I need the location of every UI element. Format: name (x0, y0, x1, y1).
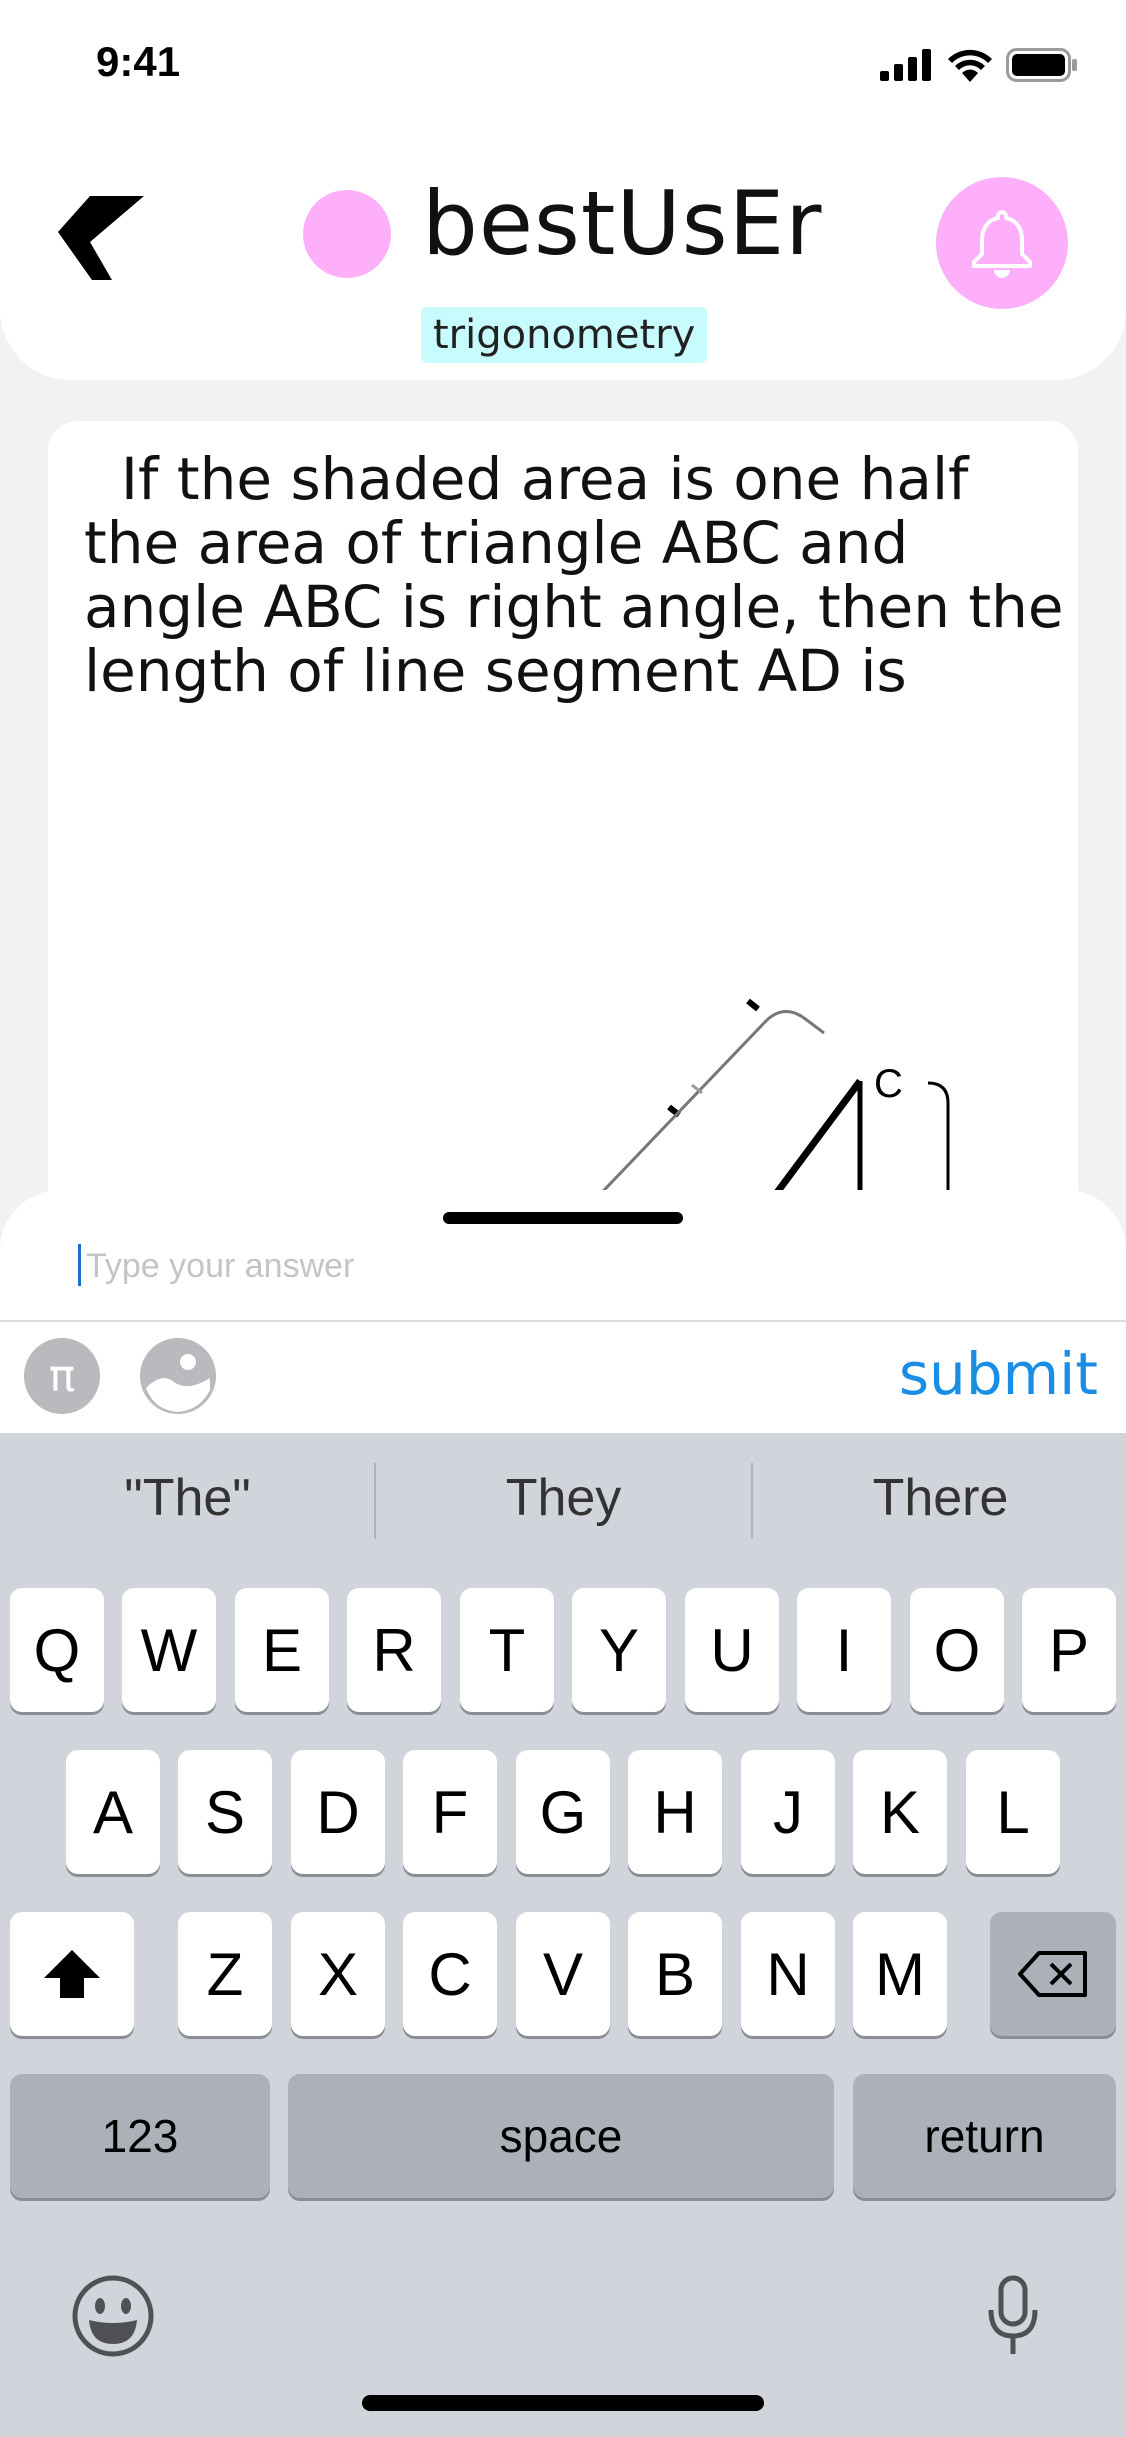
key-i[interactable]: I (797, 1588, 891, 1712)
key-k[interactable]: K (853, 1750, 947, 1874)
key-u[interactable]: U (685, 1588, 779, 1712)
pi-button[interactable]: π (24, 1338, 100, 1414)
shift-icon (44, 1950, 100, 1998)
key-a[interactable]: A (66, 1750, 160, 1874)
key-e[interactable]: E (235, 1588, 329, 1712)
key-d[interactable]: D (291, 1750, 385, 1874)
image-icon (140, 1338, 216, 1414)
key-t[interactable]: T (460, 1588, 554, 1712)
question-card: If the shaded area is one half the area … (48, 421, 1078, 1221)
wifi-icon (948, 49, 992, 82)
delete-key[interactable] (990, 1912, 1116, 2036)
key-p[interactable]: P (1022, 1588, 1116, 1712)
suggestion-2[interactable]: They (376, 1433, 751, 1563)
triangle-diagram: C z w D (572, 998, 1017, 1221)
key-y[interactable]: Y (572, 1588, 666, 1712)
username: bestUsEr (422, 172, 823, 275)
suggestion-1[interactable]: "The" (0, 1433, 375, 1563)
suggestion-3[interactable]: There (753, 1433, 1126, 1563)
keyboard: "The" They There Q W E R T Y U I O P A S… (0, 1433, 1126, 2437)
key-g[interactable]: G (516, 1750, 610, 1874)
key-m[interactable]: M (853, 1912, 947, 2036)
key-n[interactable]: N (741, 1912, 835, 2036)
label-c: C (874, 1062, 903, 1106)
chat-header: bestUsEr trigonometry (0, 130, 1126, 380)
key-f[interactable]: F (403, 1750, 497, 1874)
space-key[interactable]: space (288, 2074, 834, 2198)
status-time: 9:41 (96, 38, 181, 85)
answer-panel: π submit (0, 1190, 1126, 1435)
back-arrow-icon (58, 196, 144, 280)
shift-key[interactable] (10, 1912, 134, 2036)
battery-icon (1006, 48, 1077, 82)
status-icons (880, 48, 1078, 82)
signal-icon (880, 49, 931, 81)
home-indicator (362, 2395, 764, 2411)
key-q[interactable]: Q (10, 1588, 104, 1712)
key-c[interactable]: C (403, 1912, 497, 2036)
status-bar: 9:41 (0, 0, 1126, 130)
key-l[interactable]: L (966, 1750, 1060, 1874)
topic-badge: trigonometry (421, 307, 708, 363)
key-o[interactable]: O (910, 1588, 1004, 1712)
key-b[interactable]: B (628, 1912, 722, 2036)
microphone-icon (988, 2275, 1038, 2354)
emoji-icon (72, 2275, 154, 2357)
bell-icon (972, 210, 1032, 278)
notification-button[interactable] (936, 177, 1068, 309)
key-z[interactable]: Z (178, 1912, 272, 2036)
avatar[interactable] (303, 190, 391, 278)
back-button[interactable] (52, 186, 152, 296)
key-w[interactable]: W (122, 1588, 216, 1712)
emoji-button[interactable] (68, 2271, 158, 2361)
key-s[interactable]: S (178, 1750, 272, 1874)
key-h[interactable]: H (628, 1750, 722, 1874)
answer-input[interactable] (80, 1236, 1046, 1296)
delete-icon (1018, 1951, 1087, 1997)
return-key[interactable]: return (853, 2074, 1116, 2198)
numbers-key[interactable]: 123 (10, 2074, 270, 2198)
image-button[interactable] (140, 1338, 216, 1414)
answer-divider (0, 1320, 1126, 1322)
suggestion-bar: "The" They There (0, 1433, 1126, 1563)
drag-handle[interactable] (443, 1212, 683, 1224)
key-j[interactable]: J (741, 1750, 835, 1874)
key-r[interactable]: R (347, 1588, 441, 1712)
submit-button[interactable]: submit (899, 1340, 1098, 1408)
microphone-button[interactable] (968, 2271, 1058, 2361)
key-x[interactable]: X (291, 1912, 385, 2036)
question-text: If the shaded area is one half the area … (84, 445, 1064, 705)
key-v[interactable]: V (516, 1912, 610, 2036)
